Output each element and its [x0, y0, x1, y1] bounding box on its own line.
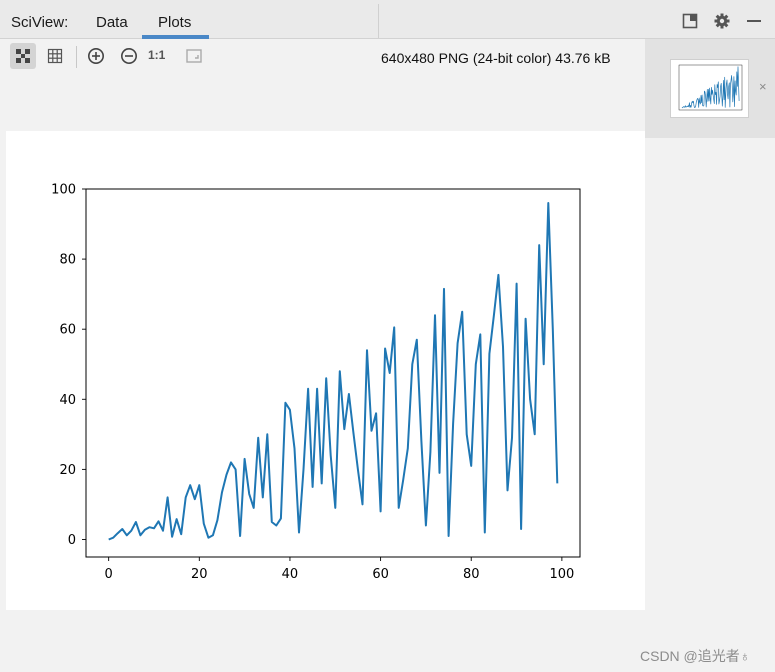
fit-to-window-button[interactable]	[10, 43, 36, 69]
toolbar-divider	[76, 46, 77, 68]
y-tick-label: 40	[59, 393, 76, 408]
zoom-out-button[interactable]	[116, 43, 142, 69]
x-tick-label: 20	[191, 567, 208, 582]
y-tick-label: 20	[59, 463, 76, 478]
tab-data[interactable]: Data	[96, 14, 128, 31]
grid-button[interactable]	[42, 43, 68, 69]
plot-image: 0 20 40 60 80 100 0 20 40 60 80 100	[6, 131, 645, 610]
plot-toolbar: 1:1 640x480 PNG (24-bit color) 43.76 kB	[0, 39, 645, 73]
y-tick-label: 80	[59, 253, 76, 268]
y-tick-label: 100	[51, 183, 76, 198]
series-line	[108, 202, 559, 541]
zoom-in-button[interactable]	[83, 43, 109, 69]
watermark: CSDN @追光者♁	[640, 648, 751, 664]
plot-frame	[85, 188, 581, 558]
line-chart: 0 20 40 60 80 100 0 20 40 60 80 100	[51, 183, 581, 582]
plot-thumbnail[interactable]	[670, 59, 749, 118]
y-tick-label: 0	[68, 533, 76, 548]
thumbnail-preview	[678, 64, 743, 111]
tool-window-header: SciView: Data Plots	[0, 0, 775, 39]
actual-size-button[interactable]: 1:1	[148, 48, 165, 62]
y-tick-label: 60	[59, 323, 76, 338]
thumbnail-panel: ×	[645, 39, 775, 138]
restore-layout-icon[interactable]	[681, 12, 699, 30]
tab-plots[interactable]: Plots	[158, 14, 191, 31]
x-tick-label: 40	[282, 567, 299, 582]
tab-divider	[378, 4, 379, 38]
minimize-icon[interactable]	[745, 12, 763, 30]
x-tick-label: 80	[463, 567, 480, 582]
gear-icon[interactable]	[713, 12, 731, 30]
close-icon[interactable]: ×	[759, 79, 767, 94]
tool-window-title: SciView:	[11, 14, 69, 31]
x-tick-label: 60	[372, 567, 389, 582]
series-line	[681, 66, 740, 109]
x-tick-label: 100	[549, 567, 574, 582]
image-info: 640x480 PNG (24-bit color) 43.76 kB	[381, 50, 611, 66]
x-tick-label: 0	[105, 567, 113, 582]
fit-zoom-button[interactable]	[181, 43, 207, 69]
